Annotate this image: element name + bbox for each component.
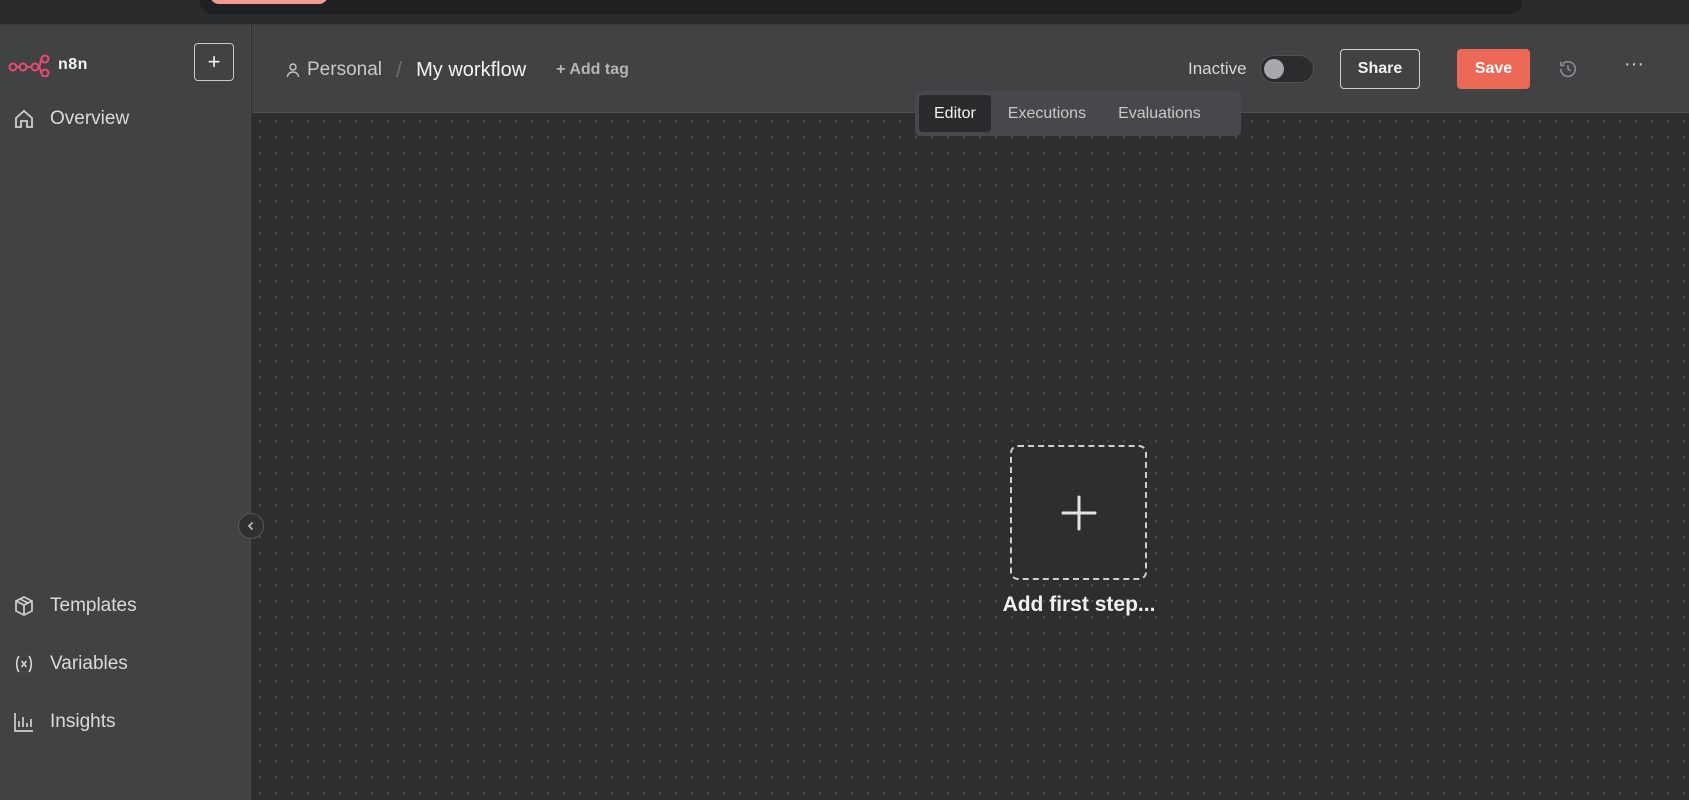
tab-evaluations[interactable]: Evaluations	[1103, 95, 1216, 132]
breadcrumb: Personal / My workflow + Add tag	[285, 57, 629, 83]
box-icon	[15, 596, 33, 616]
add-first-step-label: Add first step...	[1002, 593, 1156, 616]
chart-icon	[14, 713, 33, 732]
view-tabs: Editor Executions Evaluations	[915, 91, 1241, 136]
address-bar	[200, 0, 1522, 14]
project-name: Personal	[307, 59, 382, 80]
workflow-name[interactable]: My workflow	[416, 59, 526, 82]
breadcrumb-separator: /	[396, 57, 403, 82]
workflow-canvas[interactable]: Add first step...	[252, 113, 1689, 800]
sidebar-item-variables[interactable]: Variables	[12, 652, 128, 676]
app-name: n8n	[58, 56, 88, 73]
sidebar-item-label: Insights	[50, 711, 116, 732]
share-button[interactable]: Share	[1340, 49, 1420, 89]
active-toggle[interactable]	[1260, 55, 1314, 83]
sidebar-item-insights[interactable]: Insights	[12, 710, 115, 734]
n8n-logo-icon	[8, 54, 50, 77]
plus-icon	[1061, 495, 1096, 530]
logo[interactable]: n8n	[8, 53, 88, 77]
chevron-left-icon	[247, 521, 254, 531]
variable-icon	[15, 655, 33, 673]
sidebar-item-label: Variables	[50, 653, 128, 674]
browser-top-strip	[0, 0, 1689, 25]
breadcrumb-project[interactable]: Personal	[285, 59, 382, 81]
create-button[interactable]: +	[194, 43, 234, 81]
sidebar: n8n + Overview Templates Variables Insig…	[0, 25, 251, 800]
home-icon	[15, 109, 33, 128]
sidebar-item-label: Templates	[50, 595, 137, 616]
browser-pill	[210, 0, 328, 4]
active-status-label: Inactive	[1188, 59, 1247, 78]
toggle-knob	[1264, 59, 1284, 79]
add-tag-button[interactable]: + Add tag	[556, 61, 629, 79]
sidebar-item-templates[interactable]: Templates	[12, 594, 137, 618]
tab-editor[interactable]: Editor	[919, 95, 991, 132]
sidebar-item-overview[interactable]: Overview	[12, 107, 129, 131]
more-options-button[interactable]: ···	[1622, 54, 1646, 79]
save-button[interactable]: Save	[1457, 49, 1530, 89]
tab-executions[interactable]: Executions	[993, 95, 1101, 132]
user-icon	[286, 63, 300, 78]
history-icon[interactable]	[1557, 58, 1579, 80]
add-first-step-button[interactable]	[1010, 445, 1147, 580]
sidebar-item-label: Overview	[50, 108, 130, 129]
collapse-sidebar-button[interactable]	[238, 513, 264, 539]
